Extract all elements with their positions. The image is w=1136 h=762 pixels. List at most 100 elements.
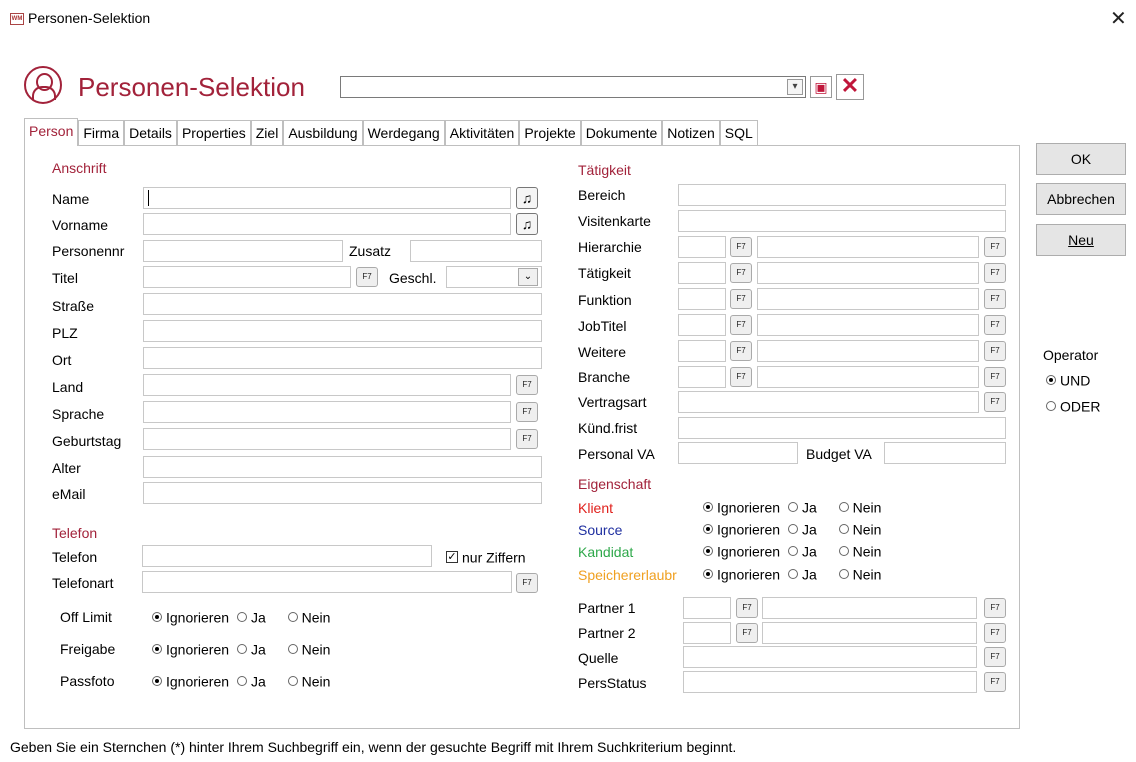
f7-button-partner1[interactable]: F7	[736, 598, 758, 618]
tab-properties[interactable]: Properties	[176, 120, 251, 146]
f7-button-persstatus[interactable]: F7	[984, 672, 1006, 692]
funktion-code-input[interactable]	[678, 288, 726, 310]
kandidat-radio-group[interactable]: Ignorieren Ja Nein	[703, 542, 881, 559]
bereich-input[interactable]	[678, 184, 1006, 206]
f7-button-funktion[interactable]: F7	[730, 289, 752, 309]
f7-button-jobtitel-text[interactable]: F7	[984, 315, 1006, 335]
label-kandidat: Kandidat	[578, 544, 634, 560]
f7-button-weitere[interactable]: F7	[730, 341, 752, 361]
funktion-text-input[interactable]	[757, 288, 979, 310]
off-limit-radio-group[interactable]: Ignorieren Ja Nein	[152, 608, 330, 625]
tab-werdegang[interactable]: Werdegang	[362, 120, 445, 146]
new-button[interactable]: Neu	[1036, 224, 1126, 256]
tab-ziel[interactable]: Ziel	[250, 120, 284, 146]
jobtitel-text-input[interactable]	[757, 314, 979, 336]
f7-button-jobtitel[interactable]: F7	[730, 315, 752, 335]
f7-button-partner2[interactable]: F7	[736, 623, 758, 643]
operator-oder[interactable]: ODER	[1046, 397, 1100, 414]
partner1-text-input[interactable]	[762, 597, 977, 619]
sprache-input[interactable]	[143, 401, 511, 423]
f7-button-taetigkeit-text[interactable]: F7	[984, 263, 1006, 283]
telefon-input[interactable]	[142, 545, 432, 567]
weitere-text-input[interactable]	[757, 340, 979, 362]
f7-button-hierarchie-text[interactable]: F7	[984, 237, 1006, 257]
delete-button[interactable]: ✕	[836, 74, 864, 100]
tab-dokumente[interactable]: Dokumente	[580, 120, 663, 146]
cancel-button[interactable]: Abbrechen	[1036, 183, 1126, 215]
ok-button[interactable]: OK	[1036, 143, 1126, 175]
f7-button-partner2-text[interactable]: F7	[984, 623, 1006, 643]
email-input[interactable]	[143, 482, 542, 504]
hierarchie-text-input[interactable]	[757, 236, 979, 258]
vorname-input[interactable]	[143, 213, 511, 235]
f7-button-telefonart[interactable]: F7	[516, 573, 538, 593]
branche-text-input[interactable]	[757, 366, 979, 388]
tab-firma[interactable]: Firma	[78, 120, 125, 146]
name-input[interactable]	[143, 187, 511, 209]
f7-button-weitere-text[interactable]: F7	[984, 341, 1006, 361]
f7-button-quelle[interactable]: F7	[984, 647, 1006, 667]
f7-button-sprache[interactable]: F7	[516, 402, 538, 422]
f7-button-partner1-text[interactable]: F7	[984, 598, 1006, 618]
radio-icon	[787, 569, 798, 580]
jobtitel-code-input[interactable]	[678, 314, 726, 336]
tab-ausbildung[interactable]: Ausbildung	[283, 120, 363, 146]
telefonart-input[interactable]	[142, 571, 512, 593]
source-radio-group[interactable]: Ignorieren Ja Nein	[703, 520, 881, 537]
zusatz-input[interactable]	[410, 240, 542, 262]
plz-input[interactable]	[143, 320, 542, 342]
f7-button-vertragsart[interactable]: F7	[984, 392, 1006, 412]
personennr-input[interactable]	[143, 240, 343, 262]
kuendfrist-input[interactable]	[678, 417, 1006, 439]
branche-code-input[interactable]	[678, 366, 726, 388]
tab-projekte[interactable]: Projekte	[519, 120, 581, 146]
taetigkeit-code-input[interactable]	[678, 262, 726, 284]
freigabe-radio-group[interactable]: Ignorieren Ja Nein	[152, 640, 330, 657]
selection-combo[interactable]	[340, 76, 806, 98]
partner2-text-input[interactable]	[762, 622, 977, 644]
visitenkarte-input[interactable]	[678, 210, 1006, 232]
partner2-code-input[interactable]	[683, 622, 731, 644]
operator-und[interactable]: UND	[1046, 371, 1090, 388]
geburtstag-input[interactable]	[143, 428, 511, 450]
f7-button-branche-text[interactable]: F7	[984, 367, 1006, 387]
budget-va-input[interactable]	[884, 442, 1006, 464]
save-button[interactable]: ▣	[810, 76, 832, 98]
titel-input[interactable]	[143, 266, 351, 288]
tab-aktivitaeten[interactable]: Aktivitäten	[444, 120, 520, 146]
vertragsart-input[interactable]	[678, 391, 979, 413]
personal-va-input[interactable]	[678, 442, 798, 464]
nur-ziffern-checkbox[interactable]: ✓ nur Ziffern	[446, 548, 526, 565]
tab-notizen[interactable]: Notizen	[662, 120, 720, 146]
tab-details[interactable]: Details	[124, 120, 177, 146]
f7-button-titel[interactable]: F7	[356, 267, 378, 287]
close-icon[interactable]: ✕	[1110, 6, 1127, 31]
ort-input[interactable]	[143, 347, 542, 369]
strasse-input[interactable]	[143, 293, 542, 315]
speichererlaubnis-radio-group[interactable]: Ignorieren Ja Nein	[703, 565, 881, 582]
quelle-input[interactable]	[683, 646, 977, 668]
hierarchie-code-input[interactable]	[678, 236, 726, 258]
alter-input[interactable]	[143, 456, 542, 478]
weitere-code-input[interactable]	[678, 340, 726, 362]
f7-button-geburtstag[interactable]: F7	[516, 429, 538, 449]
partner1-code-input[interactable]	[683, 597, 731, 619]
f7-button-branche[interactable]: F7	[730, 367, 752, 387]
phonetic-button-vorname[interactable]: ♫	[516, 213, 538, 235]
label-plz: PLZ	[52, 325, 78, 341]
tab-person[interactable]: Person	[24, 118, 79, 146]
land-input[interactable]	[143, 374, 511, 396]
f7-button-funktion-text[interactable]: F7	[984, 289, 1006, 309]
radio-icon	[838, 502, 849, 513]
klient-radio-group[interactable]: Ignorieren Ja Nein	[703, 498, 881, 515]
f7-button-hierarchie[interactable]: F7	[730, 237, 752, 257]
chevron-down-icon[interactable]: ▾	[787, 79, 803, 95]
chevron-down-icon[interactable]: ⌄	[518, 268, 538, 286]
f7-button-land[interactable]: F7	[516, 375, 538, 395]
phonetic-button-name[interactable]: ♫	[516, 187, 538, 209]
taetigkeit-text-input[interactable]	[757, 262, 979, 284]
persstatus-input[interactable]	[683, 671, 977, 693]
tab-sql[interactable]: SQL	[719, 120, 758, 146]
passfoto-radio-group[interactable]: Ignorieren Ja Nein	[152, 672, 330, 689]
f7-button-taetigkeit[interactable]: F7	[730, 263, 752, 283]
